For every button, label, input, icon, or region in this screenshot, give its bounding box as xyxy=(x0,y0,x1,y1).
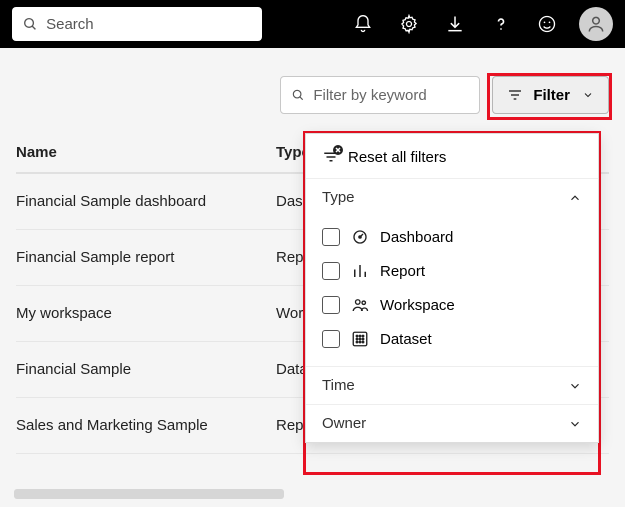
help-icon[interactable] xyxy=(481,4,521,44)
filter-section-time[interactable]: Time xyxy=(306,366,598,404)
filter-option-label: Workspace xyxy=(380,297,455,314)
checkbox[interactable] xyxy=(322,228,340,246)
search-icon xyxy=(291,87,305,103)
checkbox[interactable] xyxy=(322,262,340,280)
cell-name: Sales and Marketing Sample xyxy=(16,417,276,434)
workspace-icon xyxy=(350,296,370,314)
filter-option-report[interactable]: Report xyxy=(306,254,598,288)
filter-section-label: Type xyxy=(322,189,355,206)
search-icon xyxy=(22,15,38,33)
checkbox[interactable] xyxy=(322,330,340,348)
filter-option-dashboard[interactable]: Dashboard xyxy=(306,220,598,254)
keyword-filter-input[interactable] xyxy=(313,87,469,104)
filter-icon xyxy=(507,87,523,103)
filter-option-workspace[interactable]: Workspace xyxy=(306,288,598,322)
reset-filters-button[interactable]: Reset all filters xyxy=(306,134,598,178)
horizontal-scrollbar[interactable] xyxy=(14,489,284,499)
download-icon[interactable] xyxy=(435,4,475,44)
feedback-smile-icon[interactable] xyxy=(527,4,567,44)
top-bar xyxy=(0,0,625,48)
filter-option-dataset[interactable]: Dataset xyxy=(306,322,598,356)
filter-section-owner[interactable]: Owner xyxy=(306,404,598,442)
global-search-input[interactable] xyxy=(46,16,252,33)
filter-section-label: Owner xyxy=(322,415,366,432)
reset-filters-label: Reset all filters xyxy=(348,149,446,166)
report-icon xyxy=(350,262,370,280)
dataset-icon xyxy=(350,330,370,348)
filter-button-label: Filter xyxy=(533,87,570,104)
checkbox[interactable] xyxy=(322,296,340,314)
filter-option-label: Dashboard xyxy=(380,229,453,246)
reset-filters-icon xyxy=(322,148,340,166)
chevron-down-icon xyxy=(568,379,582,393)
filter-type-options: Dashboard Report Workspace Dataset xyxy=(306,216,598,366)
keyword-filter[interactable] xyxy=(280,76,480,114)
filter-section-label: Time xyxy=(322,377,355,394)
account-avatar[interactable] xyxy=(579,7,613,41)
list-toolbar: Filter xyxy=(0,48,625,132)
dashboard-icon xyxy=(350,228,370,246)
filter-section-type[interactable]: Type xyxy=(306,178,598,216)
cell-name: My workspace xyxy=(16,305,276,322)
col-header-name[interactable]: Name xyxy=(16,144,276,161)
filter-option-label: Dataset xyxy=(380,331,432,348)
filter-panel: Reset all filters Type Dashboard Report … xyxy=(305,133,599,443)
filter-button[interactable]: Filter xyxy=(492,76,609,114)
cell-name: Financial Sample dashboard xyxy=(16,193,276,210)
notifications-icon[interactable] xyxy=(343,4,383,44)
chevron-down-icon xyxy=(568,417,582,431)
settings-gear-icon[interactable] xyxy=(389,4,429,44)
chevron-down-icon xyxy=(582,89,594,101)
filter-option-label: Report xyxy=(380,263,425,280)
cell-name: Financial Sample xyxy=(16,361,276,378)
cell-name: Financial Sample report xyxy=(16,249,276,266)
chevron-up-icon xyxy=(568,191,582,205)
global-search[interactable] xyxy=(12,7,262,41)
